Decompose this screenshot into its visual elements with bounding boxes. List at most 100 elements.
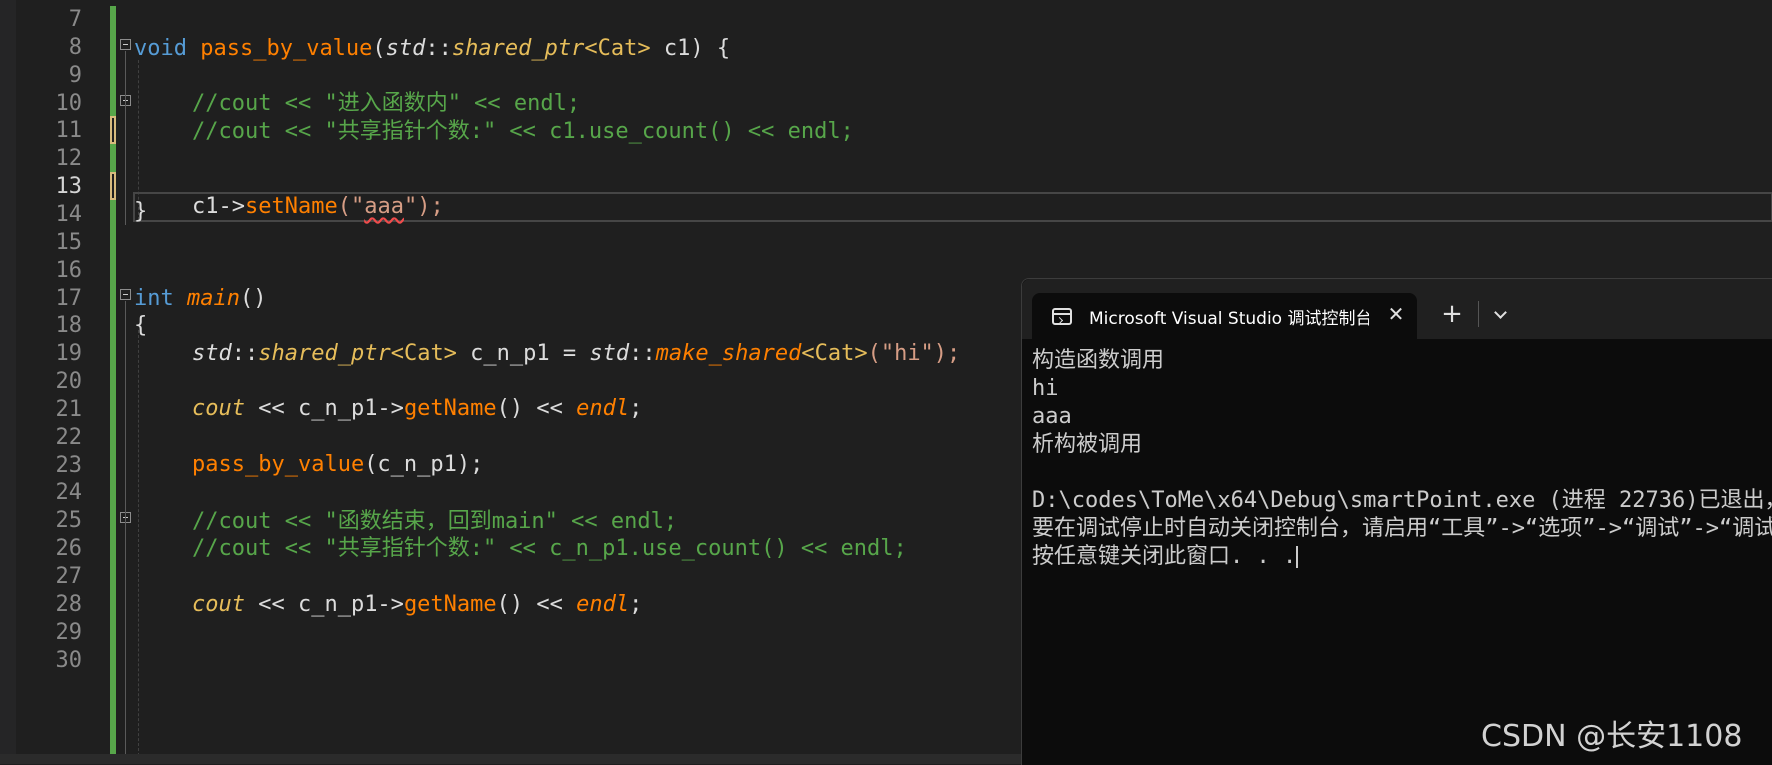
- line-number: 15: [55, 229, 83, 255]
- string: ");: [403, 194, 444, 219]
- close-tab-button[interactable]: ✕: [1384, 302, 1408, 326]
- code-line-11[interactable]: //cout << "共享指针个数:" << c1.use_count() <<…: [192, 116, 854, 147]
- keyword: int: [134, 286, 174, 311]
- line-number: 30: [55, 647, 83, 673]
- namespace: std: [589, 341, 630, 366]
- text-cursor: [1296, 546, 1299, 568]
- line-number: 16: [55, 257, 83, 283]
- function-name: setName: [244, 194, 338, 219]
- line-number: 18: [55, 313, 83, 339]
- console-line: aaa: [1032, 404, 1072, 429]
- function-name: pass_by_value: [192, 452, 365, 477]
- collapse-icon[interactable]: [120, 39, 131, 50]
- console-line: 要在调试停止时自动关闭控制台，请启用“工具”->“选项”->“调试”->“调试停…: [1032, 516, 1772, 541]
- code-line-13[interactable]: c1->setName("aaa");: [192, 191, 444, 222]
- line-number-gutter: 7 8 9 10 11 12 13 14 15 16 17 18 19 20 21 22 23 24 25 26 27 2…: [16, 0, 82, 764]
- comment: //cout << "共享指针个数:" << c_n_p1.use_count(…: [192, 536, 907, 561]
- comment: //cout << "函数结束，回到main" << endl;: [192, 509, 678, 534]
- console-line: 构造函数调用: [1032, 348, 1165, 373]
- line-number: 28: [55, 591, 83, 617]
- code-text: << c_n_p1->: [244, 592, 404, 617]
- collapse-icon[interactable]: [120, 289, 131, 300]
- line-number: 24: [55, 480, 83, 506]
- console-line: D:\codes\ToMe\x64\Debug\smartPoint.exe (…: [1032, 488, 1772, 513]
- template-arg: <Cat>: [584, 36, 651, 61]
- scope-operator: ::: [629, 341, 656, 366]
- function-name: endl: [576, 592, 630, 617]
- line-number: 29: [55, 619, 83, 645]
- brace: {: [134, 313, 148, 338]
- code-line-23[interactable]: pass_by_value(c_n_p1);: [192, 449, 483, 480]
- console-titlebar[interactable]: Microsoft Visual Studio 调试控制台 ✕ +: [1022, 279, 1772, 339]
- console-output[interactable]: 构造函数调用 hi aaa 析构被调用 D:\codes\ToMe\x64\De…: [1032, 347, 1772, 757]
- string: aaa: [364, 194, 404, 219]
- comment: //cout << "共享指针个数:" << c1.use_count() <<…: [192, 119, 854, 144]
- glyph-margin: [0, 0, 16, 764]
- line-number: 19: [55, 341, 83, 367]
- global-object: cout: [192, 396, 245, 421]
- code-text: c_n_p1 =: [456, 341, 590, 366]
- new-tab-button[interactable]: +: [1435, 297, 1469, 331]
- code-line-19[interactable]: std::shared_ptr<Cat> c_n_p1 = std::make_…: [192, 338, 960, 369]
- chevron-down-icon[interactable]: [1486, 297, 1516, 331]
- console-tab-title: Microsoft Visual Studio 调试控制台: [1089, 309, 1369, 329]
- code-text: c1->: [192, 194, 245, 219]
- titlebar-divider: [1478, 301, 1479, 327]
- line-number: 7: [68, 7, 82, 32]
- line-number: 26: [55, 536, 83, 562]
- brace: }: [134, 199, 148, 224]
- line-number: 22: [55, 424, 83, 450]
- function-name: main: [187, 286, 240, 311]
- code-line-14[interactable]: }: [134, 196, 147, 227]
- code-line-28[interactable]: cout << c_n_p1->getName() << endl;: [192, 589, 642, 620]
- string: ("hi");: [867, 341, 961, 366]
- type-name: shared_ptr: [258, 341, 391, 366]
- code-text: ;: [629, 396, 643, 421]
- unsaved-change-marker: [110, 116, 116, 144]
- scope-operator: ::: [231, 341, 259, 366]
- code-text: << c_n_p1->: [244, 396, 404, 421]
- line-number: 23: [55, 452, 83, 478]
- function-name: getName: [403, 592, 497, 617]
- code-line-18[interactable]: {: [134, 310, 147, 341]
- indent-guide: [138, 330, 139, 756]
- line-number: 9: [68, 62, 82, 88]
- code-line-10[interactable]: //cout << "进入函数内" << endl;: [192, 88, 580, 119]
- code-line-21[interactable]: cout << c_n_p1->getName() << endl;: [192, 393, 642, 424]
- function-name: endl: [576, 396, 630, 421]
- line-number: 17: [55, 285, 83, 311]
- type-name: shared_ptr: [451, 36, 585, 61]
- code-line-17[interactable]: int main(): [134, 283, 266, 314]
- code-text: () <<: [496, 592, 577, 617]
- template-arg: <Cat>: [801, 341, 868, 366]
- console-tab[interactable]: Microsoft Visual Studio 调试控制台 ✕: [1032, 293, 1417, 339]
- paren: (: [372, 36, 386, 61]
- template-arg: <Cat>: [390, 341, 457, 366]
- string: (": [337, 194, 365, 219]
- code-line-26[interactable]: //cout << "共享指针个数:" << c_n_p1.use_count(…: [192, 533, 907, 564]
- code-line-8[interactable]: void pass_by_value(std::shared_ptr<Cat> …: [134, 33, 730, 64]
- scope-operator: ::: [425, 36, 452, 61]
- terminal-icon: [1052, 308, 1072, 325]
- line-number: 14: [55, 201, 83, 227]
- line-number: 25: [55, 508, 83, 534]
- global-object: cout: [192, 592, 245, 617]
- console-line: 按任意键关闭此窗口. . .: [1032, 544, 1297, 569]
- outline-guide: [125, 51, 126, 225]
- code-text: (): [239, 286, 267, 311]
- comment: //cout << "进入函数内" << endl;: [192, 91, 581, 116]
- keyword: void: [134, 36, 187, 61]
- console-line: hi: [1032, 376, 1059, 401]
- line-number: 27: [55, 564, 83, 589]
- watermark: CSDN @长安1108: [1481, 719, 1743, 754]
- line-number: 13: [55, 174, 83, 200]
- outline-guide: [125, 301, 126, 756]
- line-number: 10: [55, 90, 83, 116]
- function-name: make_shared: [655, 341, 802, 366]
- debug-console-window[interactable]: Microsoft Visual Studio 调试控制台 ✕ + 构造函数调用…: [1021, 278, 1772, 765]
- console-line-prompt: 按任意键关闭此窗口. . .: [1032, 543, 1772, 571]
- console-line: 析构被调用: [1032, 432, 1143, 457]
- namespace: std: [385, 36, 426, 61]
- code-text: ;: [629, 592, 643, 617]
